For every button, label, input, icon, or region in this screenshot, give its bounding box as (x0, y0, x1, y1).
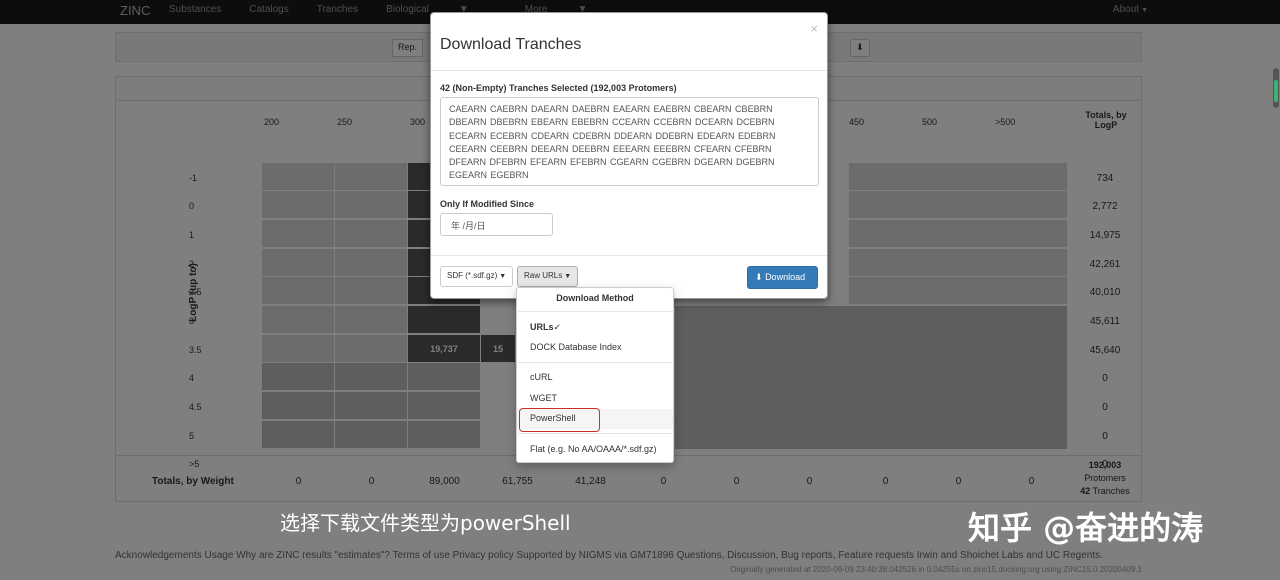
page-scrollbar[interactable] (1273, 68, 1279, 108)
menu-item-curl[interactable]: cURL (517, 368, 673, 388)
dropdown-divider (518, 362, 674, 363)
caret-down-icon: ▼ (499, 273, 507, 280)
menu-item-flat[interactable]: Flat (e.g. No AA/OAAA/*.sdf.gz) (517, 440, 673, 460)
method-dropdown-button[interactable]: Raw URLs ▼ (517, 266, 579, 287)
modified-since-date-input[interactable]: 年 /月/日 (440, 213, 553, 236)
download-tranches-modal: Download Tranches × 42 (Non-Empty) Tranc… (430, 12, 828, 299)
menu-item-urls[interactable]: URLs✓ (517, 318, 673, 338)
dropdown-divider (518, 311, 674, 312)
modal-title: Download Tranches (440, 36, 582, 53)
dropdown-header: Download Method (556, 293, 634, 303)
tranche-list-textarea[interactable]: CAEARN CAEBRN DAEARN DAEBRN EAEARN EAEBR… (440, 97, 819, 186)
watermark: 知乎 @奋进的涛 (968, 509, 1204, 547)
powershell-highlight-annotation (519, 408, 600, 432)
selected-tranches-label: 42 (Non-Empty) Tranches Selected (192,00… (440, 83, 677, 93)
menu-item-dock-index[interactable]: DOCK Database Index (517, 338, 673, 358)
modified-since-label: Only If Modified Since (440, 199, 535, 209)
dropdown-divider (518, 433, 674, 434)
download-icon: ⬇ (755, 272, 763, 282)
close-icon[interactable]: × (810, 21, 818, 36)
download-button[interactable]: ⬇ Download (747, 266, 818, 289)
format-dropdown-button[interactable]: SDF (*.sdf.gz) ▼ (440, 266, 514, 287)
download-method-menu: Download Method URLs✓ DOCK Database Inde… (516, 287, 674, 463)
tutorial-caption: 选择下载文件类型为powerShell (280, 511, 571, 535)
caret-down-icon: ▼ (564, 273, 572, 280)
scrollbar-thumb[interactable] (1274, 80, 1278, 102)
menu-item-wget[interactable]: WGET (517, 389, 673, 409)
modal-header: Download Tranches × (431, 13, 827, 71)
